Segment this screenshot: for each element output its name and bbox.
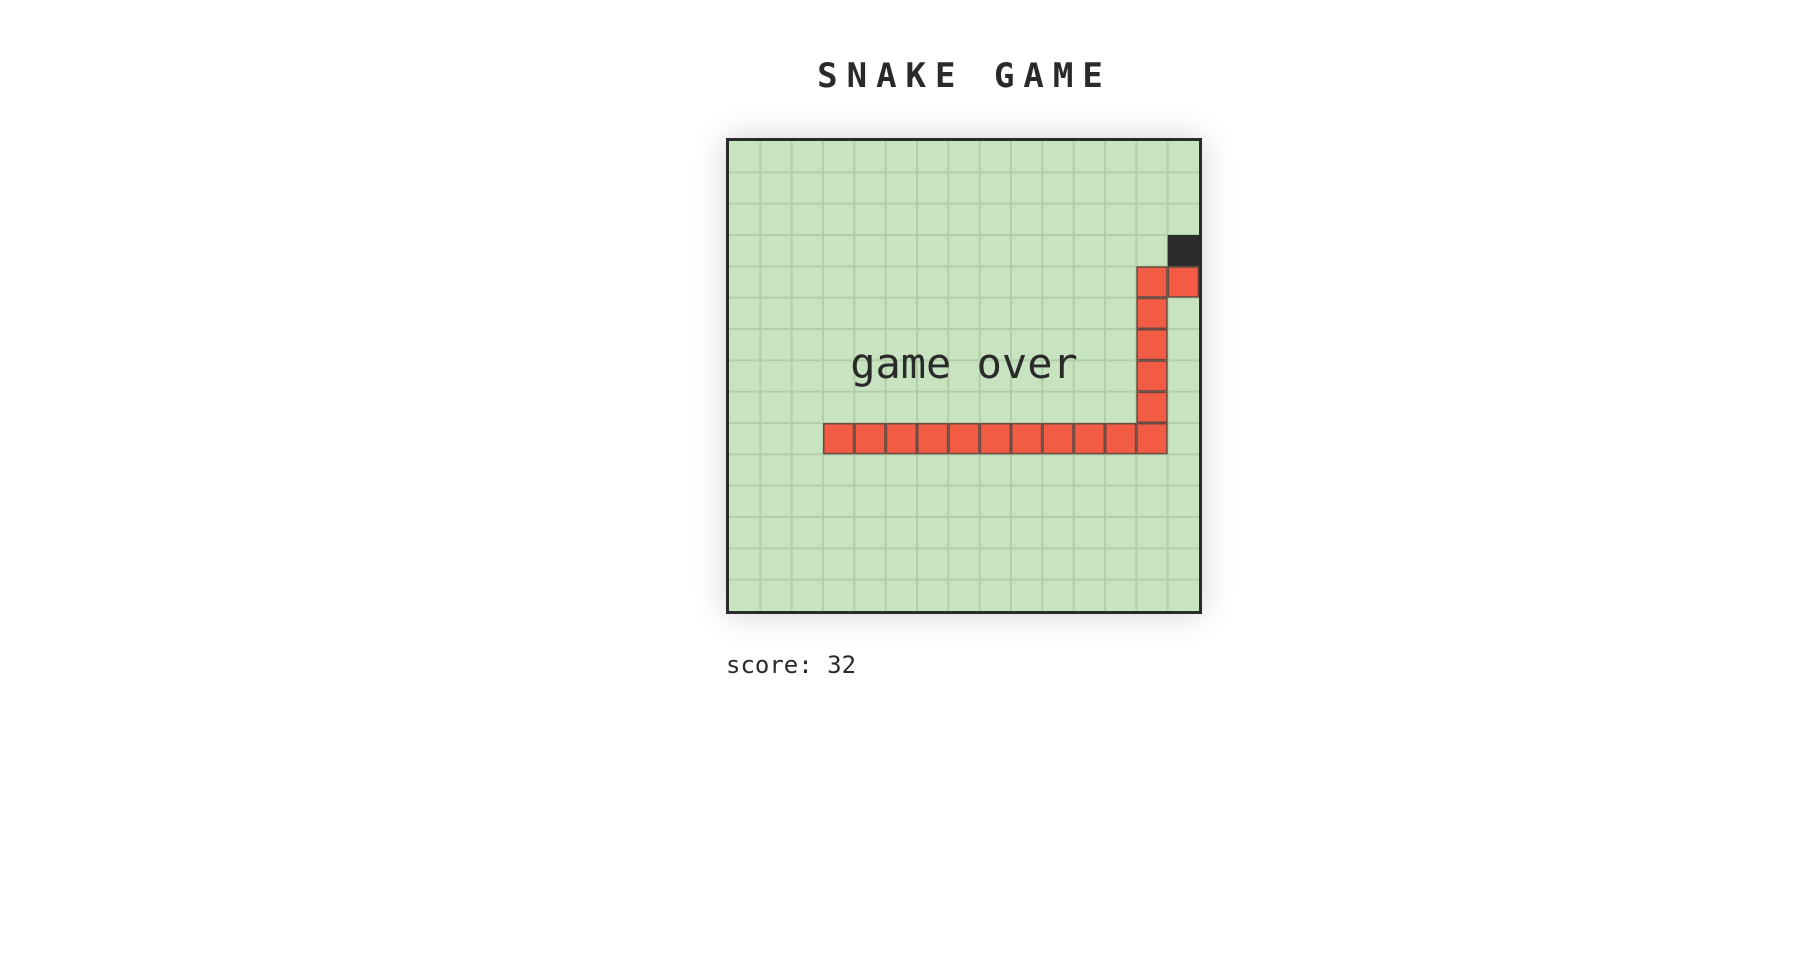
snake-segment bbox=[854, 423, 886, 455]
snake-segment bbox=[1011, 423, 1043, 455]
snake-segment bbox=[823, 423, 855, 455]
snake-head bbox=[1167, 266, 1199, 298]
score-display: score: 32 bbox=[726, 651, 856, 679]
page-title: SNAKE GAME bbox=[817, 56, 1112, 96]
snake-segment bbox=[1136, 266, 1168, 298]
snake-segment bbox=[917, 423, 949, 455]
snake-segment bbox=[1136, 297, 1168, 330]
board-background bbox=[729, 141, 1199, 611]
score-label: score: bbox=[726, 651, 813, 679]
score-value: 32 bbox=[827, 651, 857, 679]
food-block bbox=[1167, 235, 1199, 267]
snake-segment bbox=[1136, 423, 1168, 455]
snake-segment bbox=[1136, 329, 1168, 361]
snake-segment bbox=[1073, 423, 1105, 455]
game-board[interactable]: game over bbox=[726, 138, 1202, 614]
snake-segment bbox=[979, 423, 1012, 455]
snake-segment bbox=[1105, 423, 1137, 455]
snake-segment bbox=[948, 423, 980, 455]
board-grid bbox=[729, 141, 1199, 611]
snake-segment bbox=[885, 423, 918, 455]
snake-segment bbox=[1136, 391, 1168, 424]
snake-segment bbox=[1042, 423, 1074, 455]
snake-segment bbox=[1136, 360, 1168, 392]
